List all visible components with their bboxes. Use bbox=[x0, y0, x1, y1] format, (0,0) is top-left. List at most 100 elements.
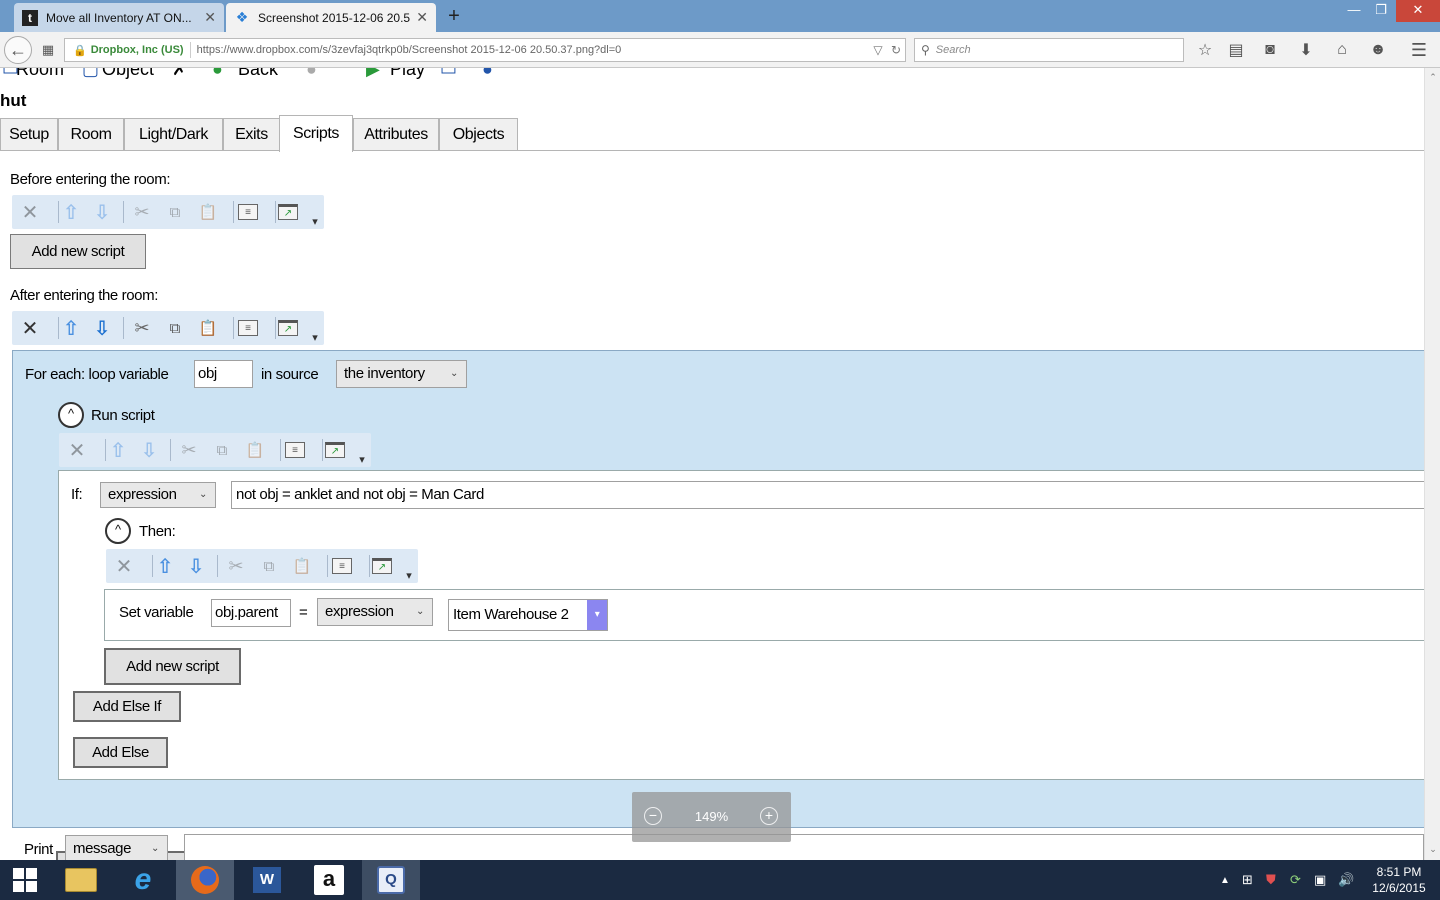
move-up-icon[interactable]: ⇧ bbox=[59, 316, 83, 340]
tab-scripts[interactable]: Scripts bbox=[279, 115, 353, 152]
start-button[interactable] bbox=[0, 860, 50, 900]
add-else-button[interactable]: Add Else bbox=[73, 737, 168, 768]
cut-icon[interactable]: ✂ bbox=[130, 200, 154, 224]
toolbar-overflow-icon[interactable]: ▾ bbox=[402, 563, 416, 587]
browser-tab-inactive[interactable]: t Move all Inventory AT ON... ✕ bbox=[14, 3, 224, 32]
delete-icon[interactable]: ✕ bbox=[18, 316, 42, 340]
paste-icon[interactable]: 📋 bbox=[196, 200, 220, 224]
back-button[interactable]: ← bbox=[4, 36, 32, 64]
zoom-in-icon[interactable]: + bbox=[760, 807, 778, 825]
tab-exits[interactable]: Exits bbox=[223, 118, 280, 151]
volume-icon[interactable]: 🔊 bbox=[1338, 872, 1354, 888]
tab-setup[interactable]: Setup bbox=[0, 118, 58, 151]
collapse-then-icon[interactable]: ^ bbox=[105, 518, 131, 544]
toolbar-overflow-icon[interactable]: ▾ bbox=[308, 325, 322, 349]
close-tab-icon[interactable]: ✕ bbox=[416, 9, 428, 26]
code-view-icon[interactable]: ≡ bbox=[330, 554, 354, 578]
pocket-icon[interactable]: ◙ bbox=[1260, 38, 1280, 62]
move-down-icon[interactable]: ⇩ bbox=[90, 200, 114, 224]
tab-light-dark[interactable]: Light/Dark bbox=[124, 118, 223, 151]
move-down-icon[interactable]: ⇩ bbox=[137, 438, 161, 462]
popout-editor-icon[interactable]: ↗ bbox=[276, 200, 300, 224]
tools-icon[interactable]: ✗ bbox=[172, 68, 187, 80]
copy-icon[interactable]: ⧉ bbox=[163, 200, 187, 224]
delete-icon[interactable]: ✕ bbox=[65, 438, 89, 462]
quest-editor-icon[interactable]: Q bbox=[362, 860, 420, 900]
browser-tab-active[interactable]: ❖ Screenshot 2015-12-06 20.5... ✕ bbox=[226, 3, 436, 32]
set-variable-value-input[interactable]: Item Warehouse 2 ▾ bbox=[448, 599, 608, 631]
hello-icon[interactable]: ☻ bbox=[1368, 38, 1388, 62]
menu-icon[interactable]: ☰ bbox=[1408, 38, 1430, 62]
tab-attributes[interactable]: Attributes bbox=[353, 118, 439, 151]
close-tab-icon[interactable]: ✕ bbox=[204, 9, 216, 26]
internet-explorer-icon[interactable]: e bbox=[114, 860, 172, 900]
save-icon[interactable]: ▭ bbox=[440, 68, 457, 80]
home-icon[interactable]: ⌂ bbox=[1332, 38, 1352, 62]
copy-icon[interactable]: ⧉ bbox=[257, 554, 281, 578]
toolbar-overflow-icon[interactable]: ▾ bbox=[355, 447, 369, 471]
reading-list-icon[interactable]: ▤ bbox=[1226, 38, 1246, 62]
then-add-new-script-button[interactable]: Add new script bbox=[104, 648, 241, 685]
add-else-if-button[interactable]: Add Else If bbox=[73, 691, 181, 722]
minimize-button[interactable]: — bbox=[1340, 0, 1368, 22]
url-bar[interactable]: 🔒 Dropbox, Inc (US) https://www.dropbox.… bbox=[64, 38, 906, 62]
popout-editor-icon[interactable]: ↗ bbox=[323, 438, 347, 462]
word-icon[interactable]: W bbox=[238, 860, 296, 900]
cut-icon[interactable]: ✂ bbox=[177, 438, 201, 462]
cut-icon[interactable]: ✂ bbox=[130, 316, 154, 340]
network-icon[interactable]: ▣ bbox=[1314, 872, 1326, 888]
copy-icon[interactable]: ⧉ bbox=[210, 438, 234, 462]
set-variable-row[interactable]: Set variable obj.parent = expression ⌄ I… bbox=[104, 589, 1424, 641]
print-message-input[interactable] bbox=[184, 834, 1424, 860]
url-dropdown-icon[interactable]: ▽ bbox=[869, 43, 887, 57]
download-icon[interactable]: ⬇ bbox=[1296, 38, 1316, 62]
code-view-icon[interactable]: ≡ bbox=[236, 200, 260, 224]
value-dropdown-icon[interactable]: ▾ bbox=[587, 600, 607, 630]
new-tab-button[interactable]: + bbox=[444, 4, 464, 28]
cut-icon[interactable]: ✂ bbox=[224, 554, 248, 578]
sync-icon[interactable]: ⟳ bbox=[1290, 872, 1301, 888]
page-scrollbar[interactable]: ⌃ ⌄ bbox=[1424, 68, 1440, 860]
site-identity-icon[interactable]: ▦ bbox=[38, 38, 58, 62]
move-down-icon[interactable]: ⇩ bbox=[184, 554, 208, 578]
scroll-down-icon[interactable]: ⌄ bbox=[1425, 844, 1440, 855]
loop-variable-input[interactable]: obj bbox=[194, 360, 253, 388]
toolbar-room-button[interactable]: Room bbox=[16, 68, 64, 80]
set-variable-name-input[interactable]: obj.parent bbox=[211, 599, 291, 627]
delete-icon[interactable]: ✕ bbox=[18, 200, 42, 224]
paste-icon[interactable]: 📋 bbox=[196, 316, 220, 340]
firefox-icon[interactable] bbox=[176, 860, 234, 900]
move-up-icon[interactable]: ⇧ bbox=[153, 554, 177, 578]
copy-icon[interactable]: ⧉ bbox=[163, 316, 187, 340]
file-explorer-icon[interactable] bbox=[52, 860, 110, 900]
collapse-run-script-icon[interactable]: ^ bbox=[58, 402, 84, 428]
add-new-script-button[interactable]: Add new script bbox=[10, 234, 146, 269]
windows-store-icon[interactable]: ⊞ bbox=[1242, 872, 1253, 888]
paste-icon[interactable]: 📋 bbox=[243, 438, 267, 462]
print-mode-select[interactable]: message ⌄ bbox=[65, 835, 168, 860]
if-expression-input[interactable]: not obj = anklet and not obj = Man Card bbox=[231, 481, 1424, 509]
toolbar-object-button[interactable]: Object bbox=[102, 68, 154, 80]
forward-gray-icon[interactable]: ● bbox=[306, 68, 317, 80]
toolbar-back-button[interactable]: Back bbox=[238, 68, 278, 80]
delete-icon[interactable]: ✕ bbox=[112, 554, 136, 578]
system-clock[interactable]: 8:51 PM 12/6/2015 bbox=[1364, 864, 1434, 896]
restore-button[interactable]: ❐ bbox=[1368, 0, 1394, 22]
popout-editor-icon[interactable]: ↗ bbox=[370, 554, 394, 578]
move-down-icon[interactable]: ⇩ bbox=[90, 316, 114, 340]
toolbar-play-button[interactable]: Play bbox=[390, 68, 425, 80]
if-mode-select[interactable]: expression ⌄ bbox=[100, 482, 216, 508]
if-block[interactable]: If: expression ⌄ not obj = anklet and no… bbox=[58, 470, 1424, 780]
tab-room[interactable]: Room bbox=[58, 118, 124, 151]
reload-icon[interactable]: ↻ bbox=[887, 43, 905, 57]
popout-editor-icon[interactable]: ↗ bbox=[276, 316, 300, 340]
security-shield-icon[interactable]: ⛊ bbox=[1266, 872, 1276, 888]
paste-icon[interactable]: 📋 bbox=[290, 554, 314, 578]
toolbar-overflow-icon[interactable]: ▾ bbox=[308, 209, 322, 233]
tab-objects[interactable]: Objects bbox=[439, 118, 518, 151]
help-icon[interactable]: ● bbox=[482, 68, 493, 80]
set-variable-mode-select[interactable]: expression ⌄ bbox=[317, 598, 433, 626]
close-window-button[interactable]: ✕ bbox=[1396, 0, 1440, 22]
code-view-icon[interactable]: ≡ bbox=[236, 316, 260, 340]
scroll-up-icon[interactable]: ⌃ bbox=[1425, 72, 1440, 83]
